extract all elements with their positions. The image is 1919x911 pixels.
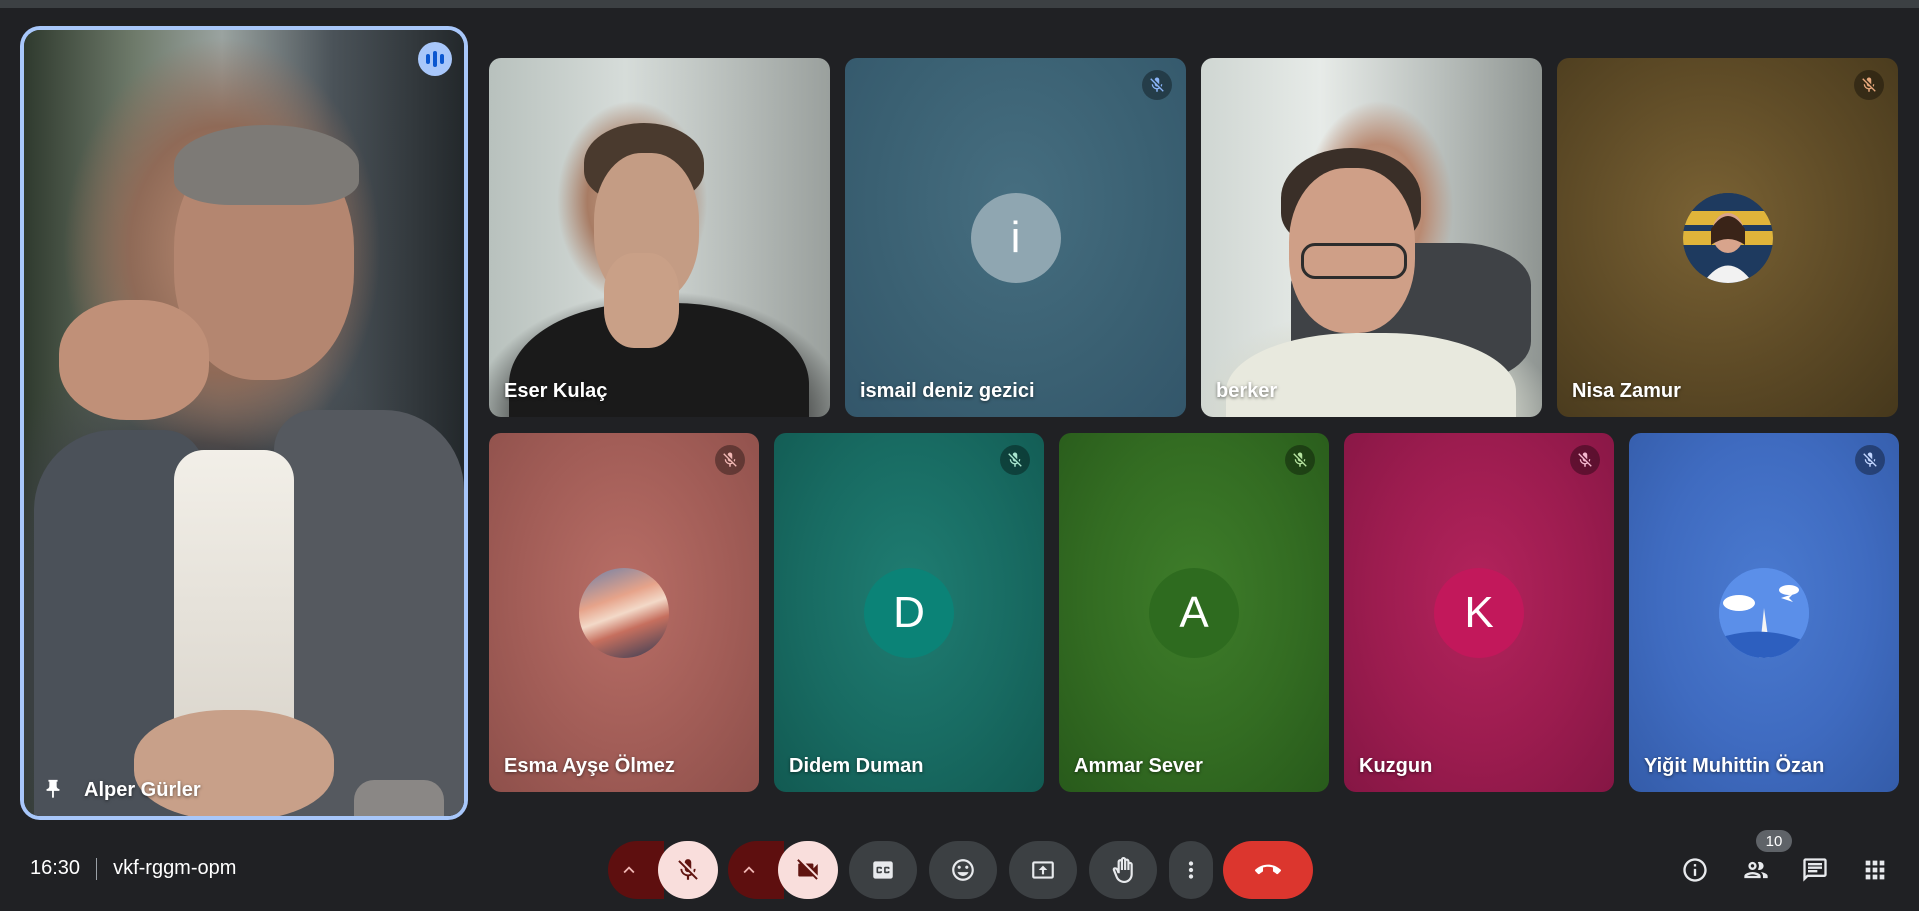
video-figure — [354, 780, 444, 816]
leave-call-button[interactable] — [1223, 841, 1313, 899]
participant-tile[interactable]: D Didem Duman — [774, 433, 1044, 792]
raise-hand-icon — [1112, 857, 1133, 883]
people-button[interactable] — [1738, 852, 1774, 888]
meeting-info: 16:30 vkf-rggm-opm — [30, 857, 236, 880]
people-count-badge: 10 — [1756, 830, 1792, 852]
participant-name: ismail deniz gezici — [860, 380, 1035, 402]
people-icon — [1744, 861, 1768, 879]
present-screen-icon — [1032, 861, 1054, 879]
audio-level-icon — [418, 42, 452, 76]
meeting-details-button[interactable] — [1677, 852, 1713, 888]
participant-name: Kuzgun — [1359, 755, 1433, 777]
participant-name: Alper Gürler — [84, 779, 201, 801]
mic-off-icon — [1142, 70, 1172, 100]
chevron-up-icon — [623, 866, 635, 874]
participant-name: Eser Kulaç — [504, 380, 608, 402]
present-button[interactable] — [1009, 841, 1077, 899]
avatar: i — [970, 192, 1061, 283]
participant-tile[interactable]: A Ammar Sever — [1059, 433, 1329, 792]
participant-name: Didem Duman — [789, 755, 924, 777]
mic-off-icon — [678, 859, 698, 880]
participant-tile[interactable]: K Kuzgun — [1344, 433, 1614, 792]
mic-off-icon — [1855, 445, 1885, 475]
participant-name: berker — [1216, 380, 1278, 402]
camera-toggle-button[interactable] — [778, 841, 838, 899]
chat-icon — [1803, 858, 1827, 882]
glasses — [1301, 243, 1407, 279]
avatar: K — [1434, 567, 1524, 658]
video-figure — [604, 253, 679, 348]
more-options-button[interactable] — [1169, 841, 1213, 899]
meeting-time: 16:30 — [30, 857, 81, 879]
microphone-toggle-button[interactable] — [658, 841, 718, 899]
chat-button[interactable] — [1797, 852, 1833, 888]
participant-tile[interactable]: Nisa Zamur — [1557, 58, 1898, 417]
participant-tile[interactable]: i ismail deniz gezici — [845, 58, 1186, 417]
captions-button[interactable] — [849, 841, 917, 899]
call-end-icon — [1255, 864, 1281, 875]
participant-tile[interactable]: Esma Ayşe Ölmez — [489, 433, 759, 792]
avatar — [1682, 192, 1773, 283]
closed-captions-icon — [873, 861, 893, 879]
info-icon — [1683, 858, 1707, 882]
divider — [96, 857, 98, 880]
avatar — [1719, 567, 1809, 658]
avatar: D — [864, 567, 954, 658]
pin-icon[interactable] — [42, 778, 64, 800]
mic-off-icon — [1285, 445, 1315, 475]
mic-off-icon — [1000, 445, 1030, 475]
avatar — [579, 567, 669, 658]
camera-off-icon — [797, 859, 818, 880]
meeting-code: vkf-rggm-opm — [113, 857, 237, 879]
participant-tile[interactable]: Yiğit Muhittin Özan — [1629, 433, 1899, 792]
more-vert-icon — [1188, 861, 1194, 879]
participant-name: Yiğit Muhittin Özan — [1644, 755, 1825, 777]
activities-button[interactable] — [1857, 852, 1893, 888]
reactions-button[interactable] — [929, 841, 997, 899]
pinned-participant-tile[interactable]: Alper Gürler — [24, 30, 464, 816]
top-bar — [0, 0, 1919, 8]
apps-grid-icon — [1865, 860, 1885, 880]
raise-hand-button[interactable] — [1089, 841, 1157, 899]
participant-name: Ammar Sever — [1074, 755, 1203, 777]
audio-settings-button[interactable] — [608, 841, 664, 899]
mic-off-icon — [715, 445, 745, 475]
participant-tile[interactable]: berker — [1201, 58, 1542, 417]
emoji-icon — [952, 859, 974, 881]
video-settings-button[interactable] — [728, 841, 784, 899]
avatar: A — [1149, 567, 1239, 658]
participant-tile[interactable]: Eser Kulaç — [489, 58, 830, 417]
video-figure — [59, 300, 209, 420]
chevron-up-icon — [743, 866, 755, 874]
mic-off-icon — [1854, 70, 1884, 100]
participant-name: Esma Ayşe Ölmez — [504, 755, 675, 777]
participant-name: Nisa Zamur — [1572, 380, 1681, 402]
mic-off-icon — [1570, 445, 1600, 475]
video-figure — [174, 125, 359, 205]
